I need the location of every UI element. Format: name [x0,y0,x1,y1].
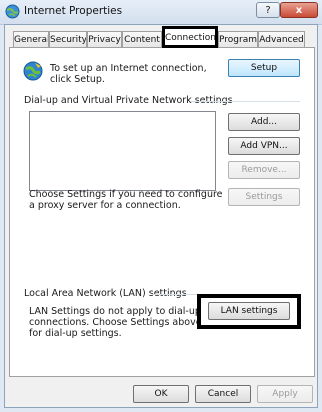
lan-description: LAN Settings do not apply to dial-up con… [29,306,202,339]
tab-advanced[interactable]: Advanced [258,31,305,48]
setup-button[interactable]: Setup [228,59,300,77]
tab-privacy[interactable]: Privacy [87,31,122,48]
window-title: Internet Properties [24,5,123,17]
globe-icon [22,60,44,82]
internet-options-icon [5,4,20,19]
help-button[interactable]: ? [256,2,280,18]
cancel-button[interactable]: Cancel [195,385,251,403]
connections-listbox[interactable] [29,111,216,191]
tab-connections[interactable]: Connections [162,26,218,48]
apply-button[interactable]: Apply [257,385,313,403]
tab-general[interactable]: General [13,31,49,48]
close-button[interactable]: x [280,2,318,18]
internet-properties-dialog: General Security Privacy Content Connect… [4,24,318,408]
ok-button[interactable]: OK [133,385,189,403]
settings-button[interactable]: Settings [228,188,300,206]
title-bar: Internet Properties ? x [0,0,322,25]
tab-programs[interactable]: Programs [218,31,258,48]
tab-security[interactable]: Security [49,31,87,48]
tab-content[interactable]: Content [122,31,162,48]
add-button[interactable]: Add... [228,113,300,131]
settings-description: Choose Settings if you need to configure… [29,189,223,211]
dialup-divider [190,101,300,102]
setup-description: To set up an Internet connection, click … [50,63,207,85]
remove-button[interactable]: Remove... [228,161,300,179]
add-vpn-button[interactable]: Add VPN... [228,137,300,155]
tab-strip: General Security Privacy Content Connect… [5,25,319,49]
connections-panel: To set up an Internet connection, click … [9,47,315,377]
lan-settings-button[interactable]: LAN settings [208,302,290,320]
